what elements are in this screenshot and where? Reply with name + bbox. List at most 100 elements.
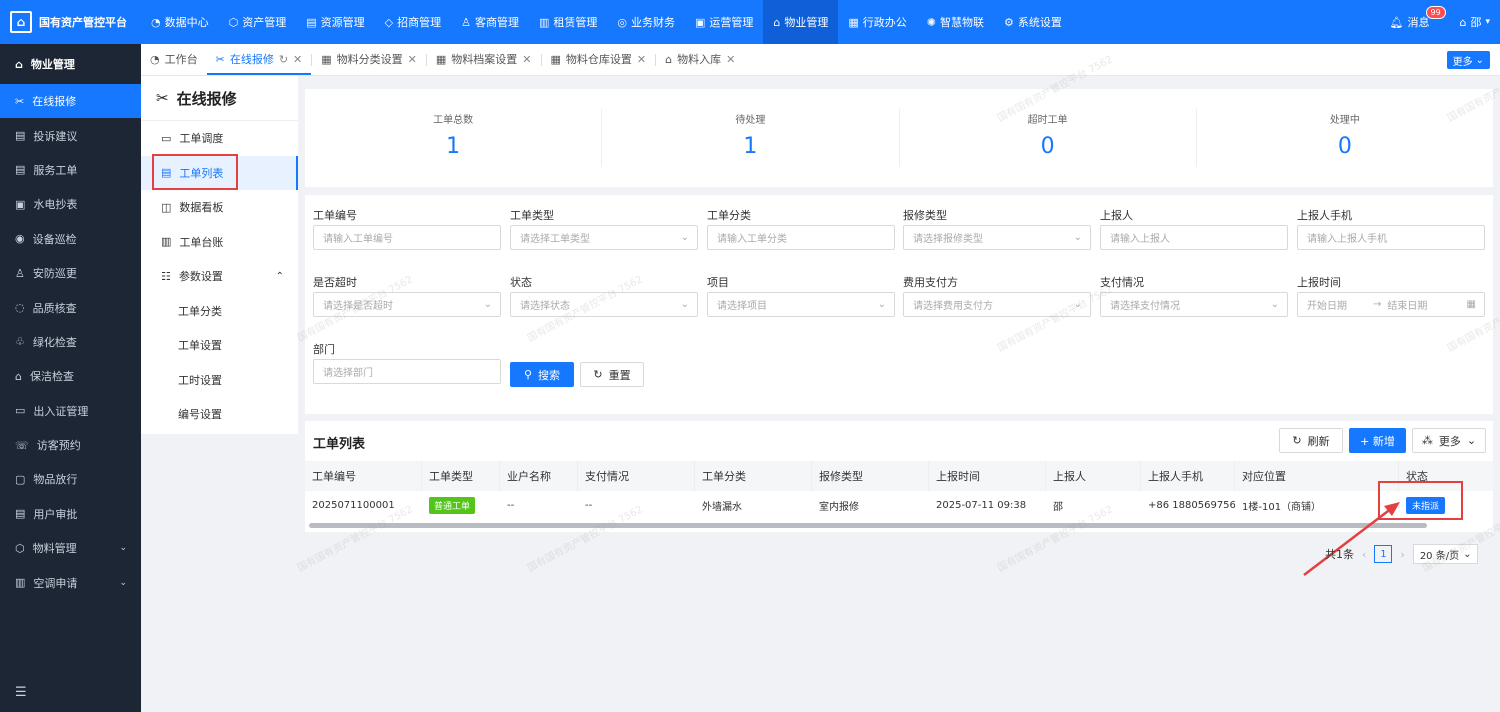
refresh-button[interactable]: ↻ 刷新 xyxy=(1279,428,1343,453)
overdue-select[interactable]: 请选择是否超时 ⌄ xyxy=(313,292,501,317)
sidebar-item-quality[interactable]: ◌ 品质核查 xyxy=(0,290,141,324)
tab-material-inbound[interactable]: ⌂ 物料入库 ✕ xyxy=(656,43,744,75)
order-type-select[interactable]: 请选择工单类型 ⌄ xyxy=(510,225,698,250)
project-select[interactable]: 请选择项目 ⌄ xyxy=(707,292,895,317)
filter-order-category: 工单分类 请输入工单分类 xyxy=(707,207,895,250)
messages[interactable]: 🔔︎ 消息 99 xyxy=(1390,6,1446,30)
payment-cell: -- xyxy=(585,500,593,511)
sub-item-numbering[interactable]: 编号设置 xyxy=(141,397,298,432)
stat-overdue: 超时工单 0 xyxy=(900,109,1197,167)
sub-item-hours[interactable]: 工时设置 xyxy=(141,363,298,398)
payer-select[interactable]: 请选择费用支付方 ⌄ xyxy=(903,292,1091,317)
nav-property[interactable]: ⌂ 物业管理 xyxy=(763,0,839,44)
sidebar-item-inspection[interactable]: ◉ 设备巡检 xyxy=(0,222,141,256)
sub-item-dispatch[interactable]: ▭ 工单调度 xyxy=(141,121,298,156)
date-range-picker[interactable]: 开始日期 → 结束日期 ▦ xyxy=(1297,292,1485,317)
page-size-select[interactable]: 20 条/页 ⌄ xyxy=(1412,544,1479,564)
sidebar-item-complaint[interactable]: ▤ 投诉建议 xyxy=(0,118,141,152)
nav-data-center[interactable]: ◔ 数据中心 xyxy=(141,0,219,44)
column-header[interactable]: 业户名称 xyxy=(500,461,578,491)
status-select[interactable]: 请选择状态 ⌄ xyxy=(510,292,698,317)
column-header[interactable]: 报修类型 xyxy=(812,461,929,491)
order-no-input[interactable]: 请输入工单编号 xyxy=(313,225,501,250)
page-current[interactable]: 1 xyxy=(1374,545,1393,563)
sidebar-item-meter[interactable]: ▣ 水电抄表 xyxy=(0,187,141,221)
add-button[interactable]: + 新增 xyxy=(1349,428,1406,453)
column-header[interactable]: 工单编号 xyxy=(305,461,422,491)
prev-page-icon[interactable]: ‹ xyxy=(1362,548,1366,561)
refresh-icon[interactable]: ↻ xyxy=(279,53,288,66)
sub-item-params[interactable]: ☷ 参数设置 ⌃ xyxy=(141,259,298,294)
monitor-icon: ▣ xyxy=(694,15,706,29)
column-header[interactable]: 对应位置 xyxy=(1235,461,1399,491)
column-header[interactable]: 工单分类 xyxy=(695,461,812,491)
column-header[interactable]: 上报人手机 xyxy=(1141,461,1235,491)
department-select[interactable]: 请选择部门 xyxy=(313,359,501,384)
sidebar-item-visitor[interactable]: ☏ 访客预约 xyxy=(0,428,141,462)
filter-payer: 费用支付方 请选择费用支付方 ⌄ xyxy=(903,274,1091,317)
document-icon: ▤ xyxy=(15,507,26,521)
nav-resource[interactable]: ▤ 资源管理 xyxy=(296,0,374,44)
nav-investment[interactable]: ◇ 招商管理 xyxy=(375,0,451,44)
chevron-down-icon: ⌄ xyxy=(1270,299,1279,310)
user-menu[interactable]: ⌂ 邵 ▾ xyxy=(1459,14,1490,30)
reporter-input[interactable]: 请输入上报人 xyxy=(1100,225,1288,250)
sub-item-category[interactable]: 工单分类 xyxy=(141,294,298,329)
network-icon: ✺ xyxy=(926,15,936,29)
close-icon[interactable]: ✕ xyxy=(408,53,417,66)
sidebar-item-repair[interactable]: ✂ 在线报修 xyxy=(0,84,141,119)
repair-type-select[interactable]: 请选择报修类型 ⌄ xyxy=(903,225,1091,250)
reset-button[interactable]: ↻ 重置 xyxy=(580,362,644,387)
arrow-right-icon: → xyxy=(1373,299,1382,310)
column-header[interactable]: 上报人 xyxy=(1046,461,1141,491)
sidebar-item-greening[interactable]: ♧ 绿化检查 xyxy=(0,325,141,359)
more-tabs-button[interactable]: 更多 ⌄ xyxy=(1446,51,1490,69)
nav-asset[interactable]: ⬡ 资产管理 xyxy=(219,0,297,44)
nav-iot[interactable]: ✺ 智慧物联 xyxy=(917,0,994,44)
nav-customer[interactable]: ♙ 客商管理 xyxy=(451,0,529,44)
tab-online-repair[interactable]: ✂ 在线报修 ↻ ✕ xyxy=(206,43,312,75)
more-button[interactable]: ⁂ 更多 ⌄ xyxy=(1412,428,1486,453)
nav-settings[interactable]: ⚙ 系统设置 xyxy=(994,0,1072,44)
close-icon[interactable]: ✕ xyxy=(637,53,646,66)
sidebar-item-approval[interactable]: ▤ 用户审批 xyxy=(0,497,141,531)
close-icon[interactable]: ✕ xyxy=(522,53,531,66)
sub-item-dashboard[interactable]: ◫ 数据看板 xyxy=(141,190,298,225)
payment-select[interactable]: 请选择支付情况 ⌄ xyxy=(1100,292,1288,317)
sub-item-settings[interactable]: 工单设置 xyxy=(141,328,298,363)
nav-office[interactable]: ▦ 行政办公 xyxy=(838,0,916,44)
tools-icon: ✂ xyxy=(15,94,25,108)
next-page-icon[interactable]: › xyxy=(1400,548,1404,561)
tab-material-warehouse[interactable]: ▦ 物料仓库设置 ✕ xyxy=(542,43,656,75)
column-header[interactable]: 支付情况 xyxy=(578,461,695,491)
tab-workbench[interactable]: ◔ 工作台 xyxy=(141,43,207,75)
sidebar-item-service[interactable]: ▤ 服务工单 xyxy=(0,153,141,187)
sidebar-item-cleaning[interactable]: ⌂ 保洁检查 xyxy=(0,359,141,393)
close-icon[interactable]: ✕ xyxy=(293,53,302,66)
sidebar-item-material[interactable]: ⬡ 物料管理 ⌄ xyxy=(0,531,141,565)
sidebar-header[interactable]: ⌂ 物业管理 xyxy=(0,44,141,84)
sidebar-item-security[interactable]: ♙ 安防巡更 xyxy=(0,256,141,290)
sidebar-item-pass[interactable]: ▭ 出入证管理 xyxy=(0,394,141,428)
search-button[interactable]: ⚲ 搜索 xyxy=(510,362,574,387)
column-header[interactable]: 工单类型 xyxy=(422,461,500,491)
app-logo[interactable]: ⌂ 国有资产管控平台 xyxy=(0,0,141,44)
sidebar-item-aircon[interactable]: ▥ 空调申请 ⌄ xyxy=(0,565,141,599)
column-header[interactable]: 上报时间 xyxy=(929,461,1046,491)
sub-item-ledger[interactable]: ▥ 工单台账 xyxy=(141,225,298,260)
tab-material-archive[interactable]: ▦ 物料档案设置 ✕ xyxy=(427,43,541,75)
tab-material-category[interactable]: ▦ 物料分类设置 ✕ xyxy=(312,43,426,75)
sidebar: ⌂ 物业管理 ✂ 在线报修 ▤ 投诉建议 ▤ 服务工单 ▣ 水电抄表 ◉ 设备巡检 ♙ 安防巡… xyxy=(0,44,141,712)
chevron-up-icon: ⌃ xyxy=(275,270,284,282)
reporter-phone-input[interactable]: 请输入上报人手机 xyxy=(1297,225,1485,250)
close-icon[interactable]: ✕ xyxy=(726,53,735,66)
aircon-icon: ▥ xyxy=(15,576,26,590)
sidebar-item-release[interactable]: ▢ 物品放行 xyxy=(0,462,141,496)
order-category-input[interactable]: 请输入工单分类 xyxy=(707,225,895,250)
refresh-icon: ↻ xyxy=(1292,434,1302,447)
horizontal-scrollbar[interactable] xyxy=(309,523,1427,528)
nav-operation[interactable]: ▣ 运营管理 xyxy=(685,0,763,44)
nav-lease[interactable]: ▥ 租赁管理 xyxy=(529,0,607,44)
collapse-menu-icon[interactable]: ☰ xyxy=(15,685,27,700)
nav-finance[interactable]: ◎ 业务财务 xyxy=(607,0,685,44)
